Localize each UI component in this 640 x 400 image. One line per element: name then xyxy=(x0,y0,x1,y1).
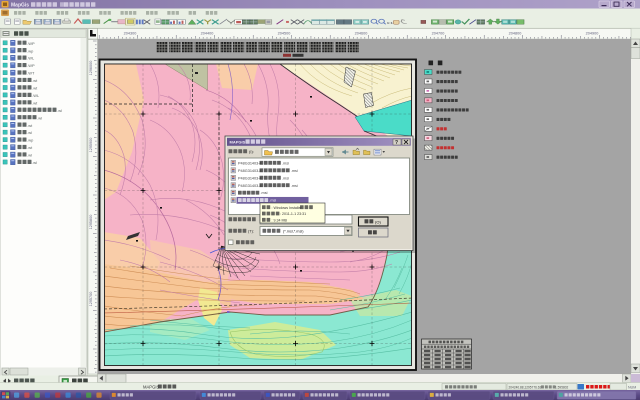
svg-text:.msi: .msi xyxy=(291,184,298,188)
svg-text:204300: 204300 xyxy=(124,32,137,36)
svg-text:.wl: .wl xyxy=(27,153,32,158)
svg-text:MAPGIS: MAPGIS xyxy=(143,385,159,390)
svg-text:MapGis: MapGis xyxy=(11,2,29,8)
svg-text:.msi: .msi xyxy=(282,176,289,180)
svg-text:204800: 204800 xyxy=(509,32,522,36)
svg-text:204700: 204700 xyxy=(432,32,445,36)
svg-text:.msi: .msi xyxy=(282,161,289,165)
svg-text:: 9.34 MB: : 9.34 MB xyxy=(272,218,288,222)
svg-text:.WP: .WP xyxy=(27,63,35,68)
svg-text:.WL: .WL xyxy=(27,56,35,61)
svg-text:?: ? xyxy=(395,140,398,146)
svg-text:.wl: .wl xyxy=(32,160,37,165)
svg-text:.msi: .msi xyxy=(269,199,276,203)
svg-text:1295800: 1295800 xyxy=(89,215,93,230)
svg-text:204240.88,1295776.63: 204240.88,1295776.63 xyxy=(509,385,542,389)
svg-text:.wl: .wl xyxy=(37,115,42,120)
svg-text:204900: 204900 xyxy=(586,32,599,36)
svg-text:1295700: 1295700 xyxy=(89,292,93,307)
svg-text:1295900: 1295900 xyxy=(89,138,93,153)
svg-text:: 2011-1-1 23:31: : 2011-1-1 23:31 xyxy=(280,212,306,216)
svg-text:P48G31403-4: P48G31403-4 xyxy=(238,161,262,165)
svg-text:1:1: 1:1 xyxy=(387,21,393,24)
svg-text:(T):: (T): xyxy=(248,230,254,234)
svg-text:(I):: (I): xyxy=(249,149,254,154)
svg-text:1296000: 1296000 xyxy=(89,61,93,76)
svg-text:MAPGIS: MAPGIS xyxy=(230,140,246,145)
svg-text:.msi: .msi xyxy=(291,169,298,173)
svg-text:.WT: .WT xyxy=(27,71,35,76)
svg-text:(O): (O) xyxy=(375,219,381,224)
svg-text:.WL: .WL xyxy=(32,93,40,98)
svg-text:1.595802: 1.595802 xyxy=(555,385,569,389)
svg-text:P48G31403-4: P48G31403-4 xyxy=(238,176,262,180)
svg-text:P48G31403-4: P48G31403-4 xyxy=(238,169,262,173)
svg-text:.wp: .wp xyxy=(27,48,33,53)
svg-text:204500: 204500 xyxy=(278,32,291,36)
svg-text:.wp: .wp xyxy=(27,138,33,143)
svg-text:.WP: .WP xyxy=(27,41,35,46)
svg-text:204600: 204600 xyxy=(355,32,368,36)
svg-text:.wl: .wl xyxy=(27,130,32,135)
svg-text:.wl: .wl xyxy=(57,108,62,113)
svg-text:NUM: NUM xyxy=(628,386,636,390)
svg-text:: Windows Installer: : Windows Installer xyxy=(272,206,303,210)
svg-text:204400: 204400 xyxy=(201,32,214,36)
svg-text:.msi: .msi xyxy=(261,191,268,195)
svg-text:(*.msl,*.msi): (*.msl,*.msi) xyxy=(283,230,304,234)
svg-text:P48G31403-4: P48G31403-4 xyxy=(238,184,262,188)
